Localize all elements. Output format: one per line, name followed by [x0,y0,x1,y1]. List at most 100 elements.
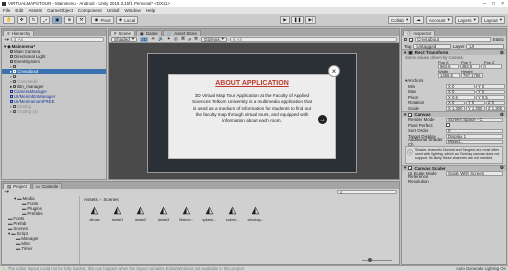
close-dialog-button[interactable]: × [328,65,340,77]
tab-console[interactable]: ▭ Console [31,183,63,189]
static-toggle[interactable]: Static [493,37,505,42]
slider-handle[interactable] [368,258,372,262]
account-dropdown[interactable]: Account ▾ [425,16,453,24]
account-label: Account [428,17,446,23]
icon-size-slider[interactable] [362,258,392,262]
tab-inspector[interactable]: ⓘ Inspector [403,30,436,36]
scale-tool-button[interactable]: ⤢ [40,16,51,24]
height-field[interactable]: 767.1766 [461,73,483,78]
maximize-icon[interactable]: □ [492,1,495,7]
ui-scale-dropdown[interactable]: Scale With Screen [446,171,503,176]
pivot-y-field[interactable]: Y 0.5 [476,95,505,100]
minimize-icon[interactable]: – [483,1,486,7]
layout-dropdown[interactable]: Layout ▾ [480,16,505,24]
tools-icon[interactable]: ⚒ [194,36,198,42]
scene-asset[interactable]: ◭ lantai1 [109,206,126,223]
shading-mode-dropdown[interactable]: Shaded ▾ [111,36,138,42]
object-name-field[interactable]: Cnvsabout [415,37,491,42]
target-display-dropdown[interactable]: Display 1 [446,134,503,139]
tag-dropdown[interactable]: Untagged [413,43,451,49]
menu-unitoll[interactable]: Unitoll [107,8,120,13]
active-checkbox[interactable]: ✓ [409,37,413,43]
scale-y-field[interactable]: Y 1.300 [466,106,485,111]
next-button[interactable]: → [318,115,327,124]
audio-toggle-icon[interactable]: 🔊 [158,36,164,42]
scene-asset[interactable]: ◭ Mainm... [178,206,195,223]
pixel-perfect-checkbox[interactable] [446,123,450,128]
component-checkbox[interactable]: ✓ [408,112,413,118]
tree-item[interactable]: ▸ Ocultrg (4) [2,109,106,114]
close-icon[interactable]: × [501,1,504,7]
breadcrumb-assets[interactable]: Assets [84,197,98,202]
layer-dropdown[interactable]: UI [466,43,504,49]
max-y-field[interactable]: Y 0 [476,89,505,94]
gizmos-dropdown[interactable]: Gizmos ▾ [201,36,227,42]
menu-file[interactable]: File [3,8,10,13]
mode-2d-toggle[interactable]: 2D [140,36,149,42]
rotate-tool-button[interactable]: ↻ [28,16,39,24]
move-tool-button[interactable]: ✥ [16,16,27,24]
lighting-toggle-icon[interactable]: ☀ [151,36,155,42]
play-button[interactable]: ▶ [280,16,290,24]
scene-asset[interactable]: ◭ splash... [201,206,218,223]
grid-icon[interactable]: # [188,37,191,42]
menu-edit[interactable]: Edit [15,8,23,13]
effects-toggle-icon[interactable]: ✦ [167,36,171,42]
create-asset-button[interactable]: +▾ [4,189,9,195]
project-search-input[interactable]: ⌕ [337,190,397,195]
transform-tool-button[interactable]: ⊕ [64,16,75,24]
scale-x-field[interactable]: X 1.300 [446,106,465,111]
layers-dropdown[interactable]: Layers ▾ [454,16,479,24]
breadcrumb-scenes[interactable]: Scenes [103,197,118,202]
gameobject-icon [13,110,17,113]
hidden-objects-icon[interactable]: ◎ [174,36,178,42]
rotation-y-field[interactable]: Y 0 [466,100,485,105]
cloud-button[interactable]: ☁ [413,16,424,24]
min-y-field[interactable]: Y 0 [476,84,505,89]
scene-asset[interactable]: ◭ denaz [86,206,103,223]
hand-icon: ✋ [6,17,12,22]
scene-asset[interactable]: ◭ vidoeay... [247,206,264,223]
shader-warning: ⓘ Shader channels Normal and Tangent are… [405,145,503,164]
rect-tool-button[interactable]: ▣ [52,16,63,24]
hierarchy-search-input[interactable]: ⌕ All [11,37,104,42]
menu-gameobject[interactable]: GameObject [47,8,73,13]
scene-canvas[interactable]: ABOUT APPLICATION 3D Virtual Map Tour Ap… [147,53,357,173]
width-field[interactable]: 1466.6 [438,73,460,78]
component-checkbox[interactable]: ✓ [408,166,413,171]
rotation-z-field[interactable]: Z 0 [486,100,505,105]
min-x-field[interactable]: X 0 [446,84,475,89]
max-x-field[interactable]: X 0 [446,89,475,94]
window-title: VIRTUALMAPSTOUR - Mainmenu - Android - U… [8,1,171,6]
folder-item[interactable]: ▬ Timer [2,246,79,251]
local-toggle[interactable]: ◈ Local [115,16,139,24]
pivot-toggle[interactable]: ◉ Pivot [91,16,114,24]
camera-icon[interactable]: ⌘ [181,36,186,42]
scene-search-input[interactable]: ⌕ All [229,36,397,42]
hand-tool-button[interactable]: ✋ [3,16,15,24]
step-button[interactable]: ▶| [305,16,317,24]
scene-tab-icon: # [114,31,117,36]
pos-z-field[interactable]: 0 [481,64,503,69]
render-mode-dropdown[interactable]: Screen Space - C [446,117,503,122]
rotation-x-field[interactable]: X 0 [446,100,465,105]
status-message[interactable]: The editor layout could not be fully loa… [8,266,456,271]
tab-hierarchy[interactable]: ≡ Hierarchy [3,30,35,36]
menu-window[interactable]: Window [124,8,140,13]
scene-asset[interactable]: ◭ lantai3 [155,206,172,223]
menu-component[interactable]: Component [78,8,102,13]
create-button[interactable]: +▾ [4,37,9,43]
pause-button[interactable]: ❚❚ [290,16,305,24]
expand-arrow-icon: ▾ [404,165,407,170]
custom-tool-button[interactable]: ⚒ [76,16,87,24]
gear-icon[interactable]: ⚙ [500,50,504,56]
menu-help[interactable]: Help [146,8,155,13]
sort-order-field[interactable]: 0 [446,128,503,133]
shader-channels-dropdown[interactable]: Mixed... [446,139,503,144]
menu-assets[interactable]: Assets [28,8,42,13]
scene-asset[interactable]: ◭ submi... [224,206,241,223]
collab-dropdown[interactable]: Collab ▾ [387,16,412,24]
scale-z-field[interactable]: Z 1.300 [486,106,505,111]
pivot-x-field[interactable]: X 0.5 [446,95,475,100]
scene-asset[interactable]: ◭ lantai2 [132,206,149,223]
